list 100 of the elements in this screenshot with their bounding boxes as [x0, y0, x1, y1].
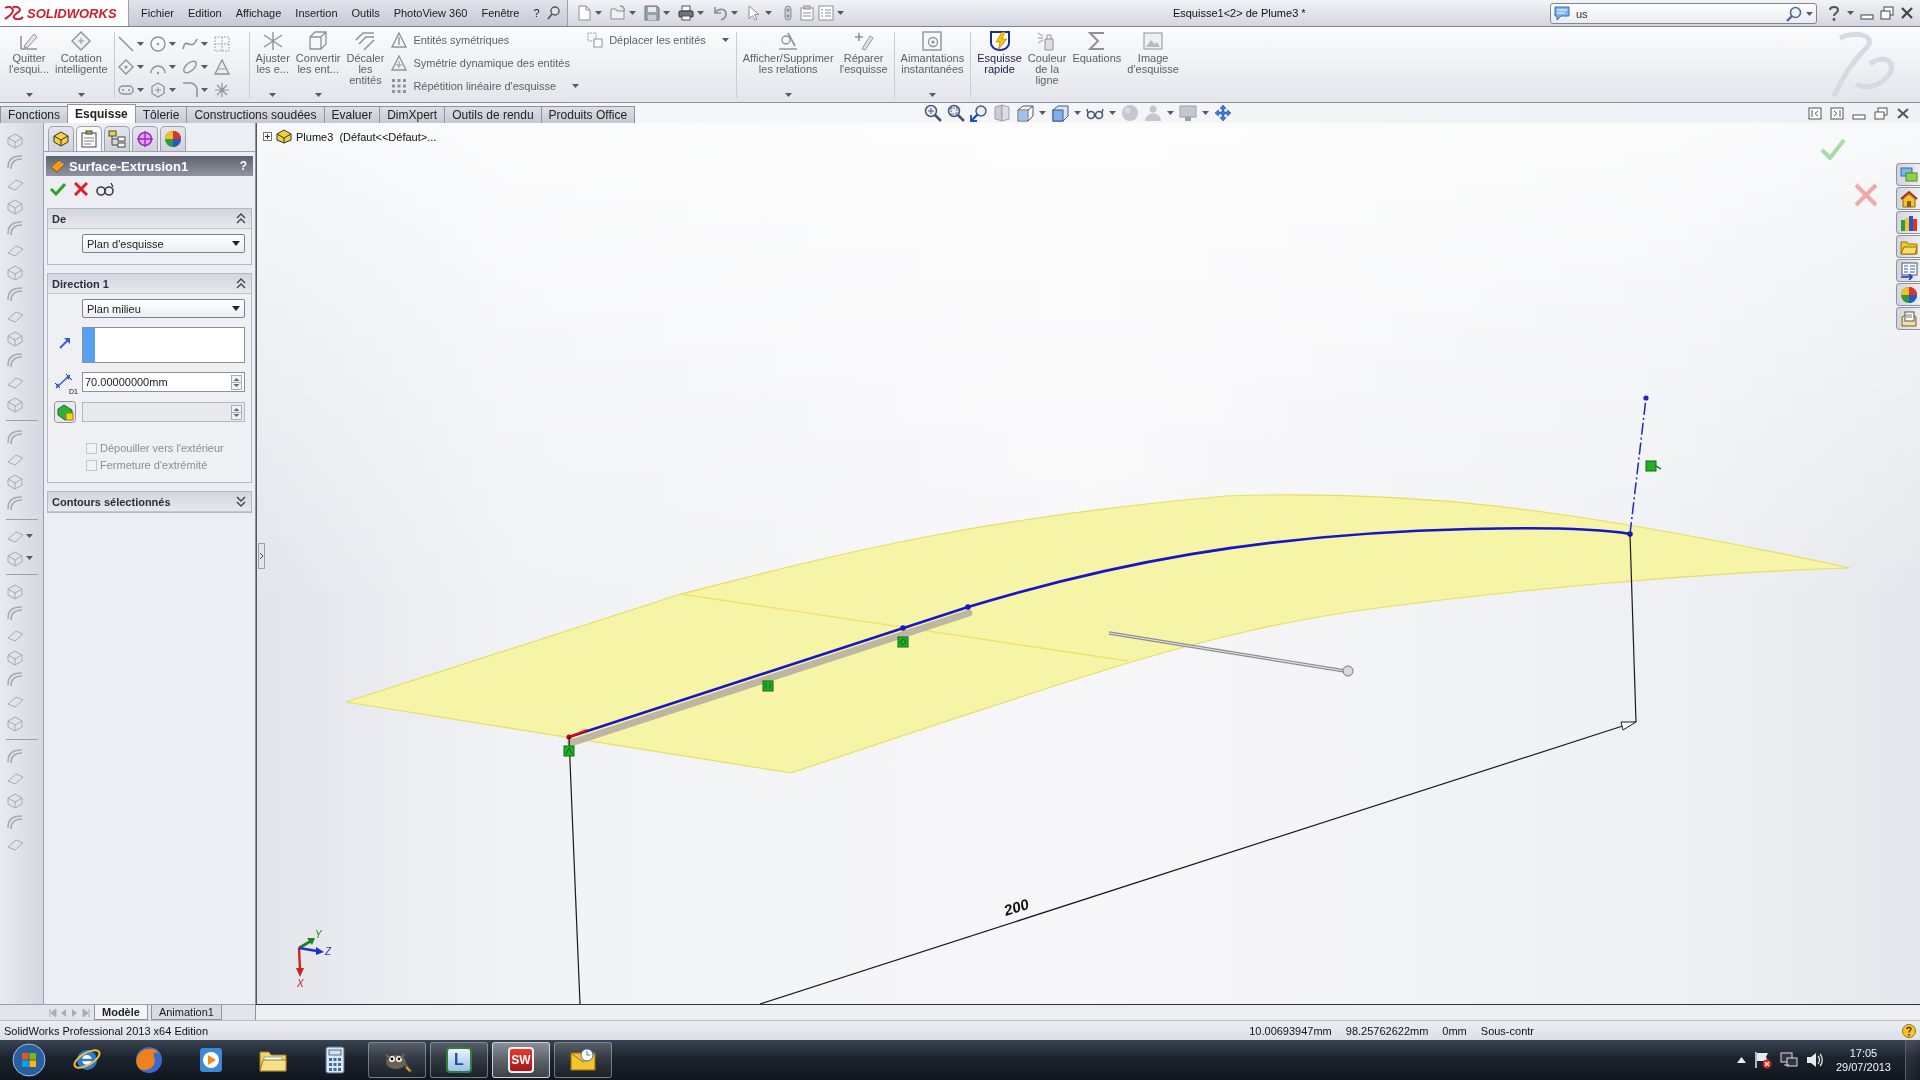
printer-icon[interactable]	[677, 5, 694, 21]
search-field[interactable]: us	[1550, 3, 1817, 24]
clock-time[interactable]: 17:05	[1849, 1046, 1878, 1060]
tab[interactable]: Fonctions	[0, 106, 69, 123]
group-title[interactable]: Direction 1	[52, 277, 109, 290]
dimension-value[interactable]: 200	[1001, 895, 1031, 919]
pin-icon[interactable]	[546, 6, 561, 20]
expand-icon[interactable]	[236, 496, 246, 507]
taskbar-button[interactable]: SW	[492, 1042, 550, 1078]
menu-item[interactable]: Insertion	[288, 6, 345, 20]
undo-icon[interactable]	[711, 5, 728, 21]
tab[interactable]: Produits Office	[540, 106, 636, 123]
caret-icon[interactable]	[200, 64, 208, 69]
close-icon[interactable]	[1896, 106, 1910, 120]
caret-icon[interactable]	[26, 556, 33, 560]
command-button[interactable]: Esquisse rapide	[974, 30, 1025, 100]
help-icon[interactable]	[1902, 1023, 1916, 1038]
depth-field[interactable]: 70.00000000mm	[82, 372, 245, 392]
caret-icon[interactable]	[1202, 111, 1210, 115]
search-icon[interactable]	[1786, 5, 1802, 22]
menu-item[interactable]: Fenêtre	[474, 6, 527, 20]
line-icon[interactable]	[117, 35, 134, 52]
panel-tab[interactable]	[160, 126, 186, 151]
task-pane-tab[interactable]	[1896, 283, 1920, 306]
caret-icon[interactable]	[836, 11, 844, 15]
close-icon[interactable]	[1900, 6, 1914, 20]
taskbar-button[interactable]	[368, 1042, 426, 1078]
caret-icon[interactable]	[168, 87, 176, 92]
dropdown[interactable]: Plan d'esquisse	[82, 234, 245, 253]
caret-icon[interactable]	[136, 87, 144, 92]
tab[interactable]: Animation1	[150, 1005, 222, 1020]
save-icon[interactable]	[643, 5, 660, 21]
caret-icon[interactable]	[200, 41, 208, 46]
asterisk-icon[interactable]	[213, 81, 230, 98]
selection-list-field[interactable]	[82, 327, 245, 363]
collapse-handle-icon[interactable]	[258, 543, 265, 569]
task-pane-tab[interactable]	[1896, 259, 1920, 282]
cube-face-icon[interactable]	[1016, 104, 1035, 122]
caret-icon[interactable]	[764, 11, 772, 15]
panel-tab[interactable]	[132, 126, 158, 151]
up-arrow-icon[interactable]	[1736, 1057, 1746, 1063]
triangle-plus-icon[interactable]	[391, 55, 408, 71]
collapse-icon[interactable]	[236, 278, 246, 289]
caret-icon[interactable]	[200, 87, 208, 92]
task-pane-tab[interactable]	[1896, 307, 1920, 330]
move-arrows-icon[interactable]	[1214, 104, 1233, 122]
flag-icon[interactable]	[1753, 1051, 1772, 1069]
caret-icon[interactable]	[26, 534, 33, 538]
caret-icon[interactable]	[136, 41, 144, 46]
ellipse-icon[interactable]	[181, 58, 198, 75]
close-icon[interactable]	[74, 182, 88, 196]
clock-date[interactable]: 29/07/2013	[1835, 1060, 1891, 1074]
tree-item[interactable]: Plume3 (Défaut<<Défaut>...	[296, 130, 437, 143]
hexagon-icon[interactable]	[149, 81, 166, 98]
caret-icon[interactable]	[1039, 111, 1047, 115]
diamond-icon[interactable]	[117, 58, 134, 75]
speaker-icon[interactable]	[1805, 1051, 1824, 1069]
caret-icon[interactable]	[1109, 111, 1117, 115]
magnifier-arrow-icon[interactable]	[970, 104, 989, 122]
expand-icon[interactable]	[263, 132, 272, 141]
caret-icon[interactable]	[168, 64, 176, 69]
block-corner-icon[interactable]	[54, 401, 76, 423]
dot-grid-icon[interactable]	[391, 78, 408, 94]
pointer-icon[interactable]	[745, 5, 762, 21]
dropdown[interactable]: Plan milieu	[82, 299, 245, 318]
menu-item[interactable]: ?	[526, 6, 547, 20]
dotted-grid-icon[interactable]	[213, 35, 230, 52]
zoom-area-icon[interactable]	[947, 104, 966, 122]
tile-right-icon[interactable]	[1830, 106, 1844, 120]
caret-icon[interactable]	[662, 11, 670, 15]
triangle-line-icon[interactable]	[391, 32, 408, 48]
taskbar-button[interactable]	[554, 1042, 612, 1078]
taskbar-button[interactable]: L	[430, 1042, 488, 1078]
glasses-icon[interactable]	[96, 182, 114, 196]
task-pane-tab[interactable]	[1896, 235, 1920, 258]
caret-icon[interactable]	[1806, 11, 1813, 16]
caret-icon[interactable]	[1167, 111, 1175, 115]
restore-icon[interactable]	[1874, 106, 1888, 120]
help-link[interactable]: ?	[237, 159, 249, 173]
panel-tab[interactable]	[76, 126, 102, 151]
network-icon[interactable]	[1779, 1051, 1798, 1069]
caret-icon[interactable]	[594, 11, 602, 15]
zoom-fit-icon[interactable]	[924, 104, 943, 122]
help-icon[interactable]	[1827, 5, 1841, 21]
task-pane-tab[interactable]	[1896, 211, 1920, 234]
check-icon[interactable]	[1820, 138, 1846, 160]
tab[interactable]: Evaluer	[323, 106, 381, 123]
new-document-icon[interactable]	[575, 5, 592, 21]
tab[interactable]: Outils de rendu	[444, 106, 542, 123]
menu-item[interactable]: PhotoView 360	[386, 6, 475, 20]
tab[interactable]: Constructions soudées	[186, 106, 325, 123]
caret-icon[interactable]	[1074, 111, 1082, 115]
tab[interactable]: Esquisse	[67, 104, 136, 123]
dotted-squares-icon[interactable]	[587, 32, 604, 48]
caret-icon[interactable]	[1847, 11, 1854, 15]
menu-item[interactable]: Fichier	[134, 6, 181, 20]
caret-icon[interactable]	[730, 11, 738, 15]
caret-icon[interactable]	[136, 64, 144, 69]
task-pane-tab[interactable]	[1896, 163, 1920, 186]
caret-icon[interactable]	[168, 41, 176, 46]
